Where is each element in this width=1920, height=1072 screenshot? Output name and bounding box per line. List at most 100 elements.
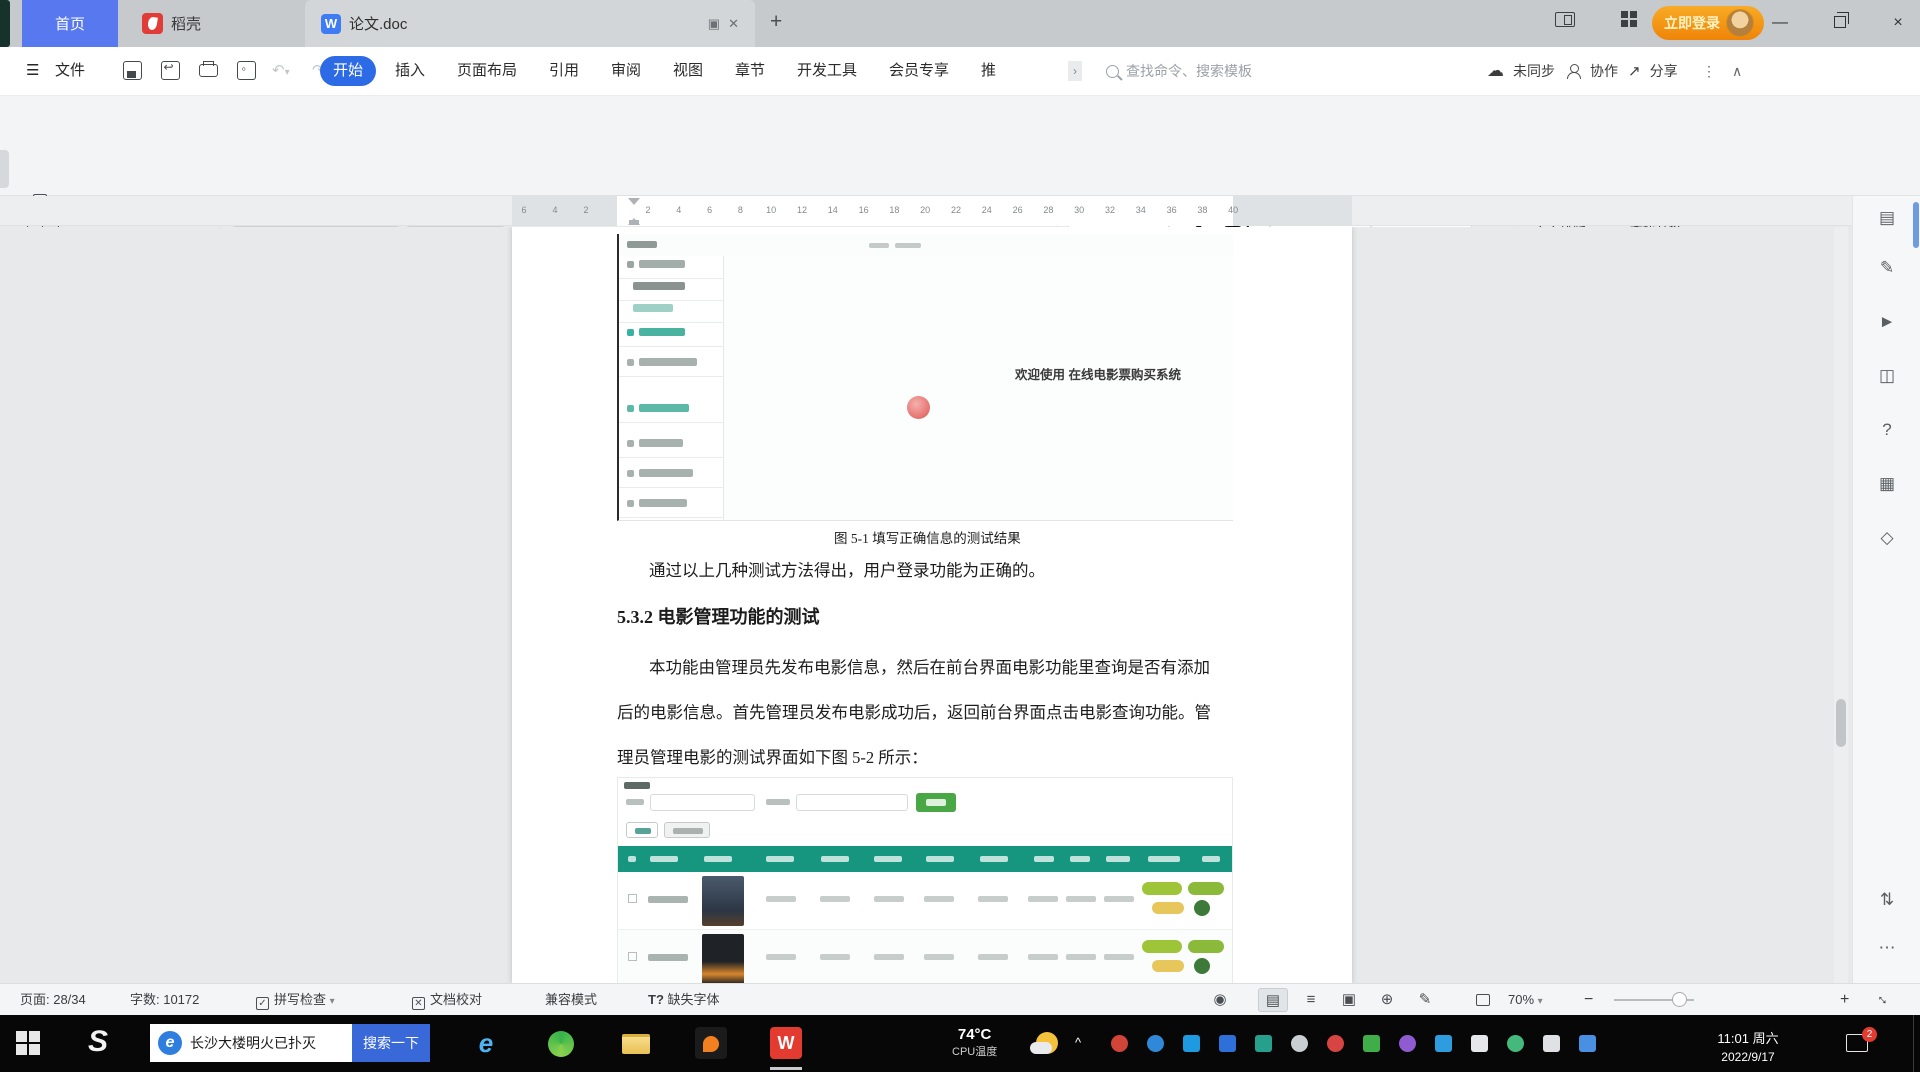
file-explorer-icon[interactable] [620,1027,652,1059]
pc-manager-icon[interactable] [1147,1035,1164,1052]
green-app-icon[interactable] [1507,1035,1524,1052]
wps-app-icon[interactable]: W [770,1027,802,1059]
ribbon-tab-审阅[interactable]: 审阅 [598,56,654,86]
page-view-icon[interactable]: ▤ [1258,988,1288,1012]
bluetooth-icon[interactable] [1435,1035,1452,1052]
ribbon-tab-引用[interactable]: 引用 [536,56,592,86]
read-mode-icon[interactable]: ▣ [1334,988,1364,1012]
eye-protect-icon[interactable]: ◉ [1205,988,1235,1012]
sync-status[interactable]: ☁ 未同步 [1487,47,1555,95]
split-view-icon[interactable] [1552,11,1578,35]
left-indent-marker[interactable] [629,220,639,225]
zoom-slider-knob[interactable] [1672,992,1687,1007]
recorder-icon[interactable] [1327,1035,1344,1052]
taskbar-clock[interactable]: 11:01 周六 2022/9/17 [1700,1028,1796,1064]
ribbon-tab-页面布局[interactable]: 页面布局 [444,56,530,86]
ribbon-tab-视图[interactable]: 视图 [660,56,716,86]
tab-pin-icon[interactable]: ▣ [708,16,720,32]
sidebar-item-label [639,469,693,477]
ban-icon[interactable] [1111,1035,1128,1052]
new-tab-button[interactable]: + [770,10,782,34]
shape-tool-icon[interactable]: ◇ [1853,528,1920,548]
browser-360-icon[interactable] [545,1027,577,1059]
more-menu-icon[interactable]: ⋮ [1702,47,1716,95]
login-button[interactable]: 立即登录 [1652,6,1764,40]
measure-tool-icon[interactable]: ◫ [1853,366,1920,386]
pen-tool-icon[interactable]: ✎ [1853,258,1920,278]
navigation-pane-handle[interactable] [0,150,9,188]
outline-view-icon[interactable]: ≡ [1296,988,1326,1012]
fit-page-icon[interactable] [1476,984,1490,1016]
ribbon-tab-开始[interactable]: 开始 [320,56,377,86]
document-canvas[interactable]: 欢迎使用 在线电影票购买系统 图 5-1 填写正确信息的测试结果 通过以上几种测… [0,227,1852,983]
first-line-indent-marker[interactable] [628,198,640,211]
help-icon[interactable]: ? [1853,420,1920,440]
douyu-icon[interactable] [695,1027,727,1059]
fullscreen-icon[interactable]: ↔ [1867,982,1900,1015]
ribbon-tab-推[interactable]: 推 [968,56,1009,86]
ie-icon[interactable]: e [470,1027,502,1059]
show-desktop-button[interactable] [1913,1015,1920,1072]
input-method-icon[interactable] [1579,1035,1596,1052]
minimize-button[interactable]: — [1760,8,1800,38]
sogou-icon[interactable]: S [88,1025,108,1059]
ribbon-tab-会员专享[interactable]: 会员专享 [876,56,962,86]
ribbon-tab-章节[interactable]: 章节 [722,56,778,86]
qq-icon[interactable] [1183,1035,1200,1052]
ribbon-tab-插入[interactable]: 插入 [382,56,438,86]
shield-icon[interactable] [1255,1035,1272,1052]
command-search[interactable]: 查找命令、搜索模板 [1106,59,1366,83]
spell-check-toggle[interactable]: ✓ 拼写检查 ▾ [256,984,335,1016]
missing-font-button[interactable]: T? 缺失字体 [648,984,720,1016]
search-go-button[interactable]: 搜索一下 [352,1024,430,1062]
web-view-icon[interactable]: ⊕ [1372,988,1402,1012]
doc-assistant-icon[interactable]: ▤ [1853,208,1920,228]
scroll-pages-icon[interactable]: ⇅ [1853,890,1920,910]
battery-icon[interactable] [1471,1035,1488,1052]
page-indicator[interactable]: 页面: 28/34 [20,984,86,1016]
print-icon[interactable] [196,60,220,82]
horizontal-ruler[interactable]: 6 4 2 2 4 6 8 10 12 14 16 18 20 22 24 26 28 30 32 34 36 38 40 [0,196,1852,226]
tab-home[interactable]: 首页 [22,0,118,47]
tab-docer[interactable]: 稻壳 [126,0,217,47]
undo-icon[interactable]: ↶▾ [272,47,290,95]
proofread-button[interactable]: ✕ 文档校对 [412,984,482,1016]
ink-edit-icon[interactable]: ✎ [1410,988,1440,1012]
zoom-in-button[interactable]: + [1840,984,1849,1016]
file-menu[interactable]: 文件 [55,47,85,95]
tab-close-icon[interactable]: ✕ [728,16,739,32]
restore-button[interactable] [1820,8,1860,38]
weather-icon[interactable] [1030,1032,1058,1054]
taskbar-search[interactable]: e 长沙大楼明火已扑灭 [150,1024,352,1062]
music-icon[interactable] [1399,1035,1416,1052]
document-page[interactable]: 欢迎使用 在线电影票购买系统 图 5-1 填写正确信息的测试结果 通过以上几种测… [512,227,1352,983]
compat-mode-label[interactable]: 兼容模式 [545,984,597,1016]
ribbon-tab-开发工具[interactable]: 开发工具 [784,56,870,86]
ribbon-tabs-overflow[interactable]: › [1068,61,1082,81]
app-grid-icon[interactable] [1616,11,1642,35]
select-tool-icon[interactable]: ► [1853,312,1920,332]
save-icon[interactable] [120,60,144,82]
tab-document[interactable]: W 论文.doc ▣ ✕ [305,0,755,47]
collaborate-button[interactable]: 协作 [1566,47,1618,95]
word-count[interactable]: 字数: 10172 [130,984,199,1016]
hamburger-icon[interactable]: ☰ [26,47,39,95]
message-icon[interactable] [1219,1035,1236,1052]
share-button[interactable]: ↗ 分享 [1628,47,1678,95]
collapse-ribbon-icon[interactable]: ∧ [1732,47,1742,95]
zoom-level[interactable]: 70% ▾ [1508,984,1543,1016]
export-icon[interactable] [158,60,182,82]
scrollbar-thumb[interactable] [1836,699,1846,747]
wifi-icon[interactable] [1291,1035,1308,1052]
hidden-icons-chevron[interactable]: ^ [1075,1035,1081,1052]
print-preview-icon[interactable] [234,60,258,82]
more-tools-icon[interactable]: ⋯ [1853,938,1920,958]
start-button[interactable] [16,1031,40,1055]
document-scrollbar[interactable] [1834,227,1848,983]
volume-icon[interactable] [1543,1035,1560,1052]
zoom-out-button[interactable]: − [1584,984,1593,1016]
graphics-icon[interactable] [1363,1035,1380,1052]
stamp-tool-icon[interactable]: ▦ [1853,474,1920,494]
cpu-temp-widget[interactable]: 74°C CPU温度 [952,1026,997,1059]
close-button[interactable]: × [1878,8,1918,38]
